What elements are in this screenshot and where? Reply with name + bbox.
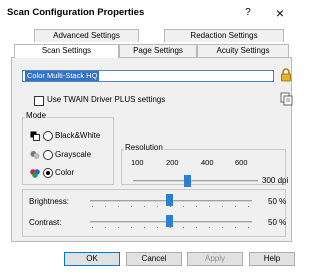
- slider-tick-dot: [183, 227, 184, 228]
- slider-tick-dot: [144, 206, 145, 207]
- slider-tick-dot: [235, 206, 236, 207]
- slider-tick-dot: [248, 227, 249, 228]
- slider-tick-dot: [157, 227, 158, 228]
- slider-tick-dot: [131, 206, 132, 207]
- help-title-button[interactable]: ?: [240, 5, 256, 21]
- slider-tick-dot: [183, 206, 184, 207]
- radio-black-white[interactable]: [43, 131, 53, 141]
- lock-icon[interactable]: [280, 68, 292, 82]
- ok-button[interactable]: OK: [64, 252, 120, 266]
- slider-tick-dot: [222, 227, 223, 228]
- close-button[interactable]: ×: [271, 4, 289, 22]
- slider-tick-dot: [92, 206, 93, 207]
- contrast-label: Contrast:: [29, 218, 62, 227]
- title-bar: Scan Configuration Properties ? ×: [0, 0, 301, 27]
- configuration-value: Color Multi-Stack HQ: [25, 71, 100, 81]
- slider-tick-dot: [248, 206, 249, 207]
- tab-redaction-settings[interactable]: Redaction Settings: [164, 29, 284, 42]
- brightness-slider-thumb[interactable]: [166, 194, 173, 206]
- resolution-value: 300 dpi: [262, 176, 289, 185]
- resolution-slider-thumb[interactable]: [184, 175, 191, 187]
- slider-tick-dot: [170, 227, 171, 228]
- slider-tick-dot: [105, 206, 106, 207]
- twain-label: Use TWAIN Driver PLUS settings: [47, 95, 166, 104]
- grayscale-icon: [30, 151, 40, 159]
- radio-grayscale[interactable]: [43, 150, 53, 160]
- resolution-tick: 600: [235, 158, 248, 167]
- slider-tick-dot: [209, 227, 210, 228]
- radio-color-label: Color: [55, 168, 75, 177]
- slider-tick-dot: [105, 227, 106, 228]
- slider-tick-dot: [209, 206, 210, 207]
- twain-checkbox[interactable]: [34, 96, 44, 106]
- apply-button[interactable]: Apply: [187, 252, 243, 266]
- color-icon: [30, 169, 40, 178]
- slider-tick-dot: [222, 206, 223, 207]
- resolution-group-label: Resolution: [124, 143, 164, 152]
- contrast-slider-thumb[interactable]: [166, 215, 173, 227]
- slider-tick-dot: [118, 227, 119, 228]
- resolution-tick: 100: [131, 158, 144, 167]
- slider-tick-dot: [92, 227, 93, 228]
- configuration-select[interactable]: Color Multi-Stack HQ: [22, 70, 274, 82]
- slider-tick-dot: [196, 227, 197, 228]
- resolution-slider-track[interactable]: [133, 180, 258, 182]
- radio-color[interactable]: [43, 168, 53, 178]
- resolution-tick: 400: [201, 158, 214, 167]
- slider-tick-dot: [144, 227, 145, 228]
- tab-page-settings[interactable]: Page Settings: [119, 44, 197, 57]
- tab-scan-settings[interactable]: Scan Settings: [14, 44, 119, 58]
- cancel-button[interactable]: Cancel: [126, 252, 182, 266]
- contrast-value: 50 %: [268, 218, 287, 227]
- radio-grayscale-label: Grayscale: [55, 150, 92, 159]
- slider-tick-dot: [157, 206, 158, 207]
- copy-settings-icon[interactable]: [280, 92, 293, 106]
- help-button[interactable]: Help: [249, 252, 295, 266]
- slider-tick-dot: [131, 227, 132, 228]
- tab-advanced-settings[interactable]: Advanced Settings: [34, 29, 139, 42]
- window-title: Scan Configuration Properties: [7, 7, 145, 18]
- resolution-tick: 200: [166, 158, 179, 167]
- tab-acuity-settings[interactable]: Acuity Settings: [197, 44, 289, 57]
- black-white-icon: [30, 131, 40, 141]
- brightness-label: Brightness:: [29, 197, 70, 206]
- slider-tick-dot: [235, 227, 236, 228]
- mode-group-label: Mode: [25, 111, 48, 120]
- slider-tick-dot: [196, 206, 197, 207]
- slider-tick-dot: [170, 206, 171, 207]
- radio-black-white-label: Black&White: [55, 131, 101, 140]
- brightness-value: 50 %: [268, 197, 287, 206]
- slider-tick-dot: [118, 206, 119, 207]
